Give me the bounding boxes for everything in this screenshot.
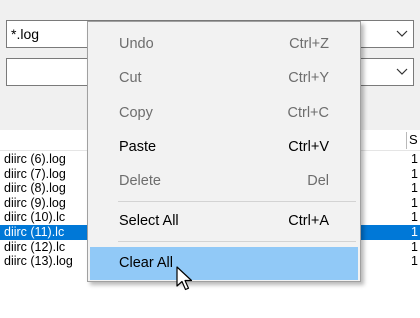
menu-separator [118, 201, 356, 202]
menu-item-delete[interactable]: Delete Del [90, 165, 358, 198]
context-menu: Undo Ctrl+Z Cut Ctrl+Y Copy Ctrl+C Paste Ctrl+V… [87, 21, 361, 282]
row-name: diirc (13).log [4, 254, 73, 269]
menu-item-copy[interactable]: Copy Ctrl+C [90, 97, 358, 130]
menu-item-select-all[interactable]: Select All Ctrl+A [90, 205, 358, 238]
row-size: 1 [411, 181, 418, 196]
menu-item-shortcut: Ctrl+C [287, 105, 330, 121]
size-column-header[interactable]: S [409, 132, 418, 147]
menu-item-shortcut: Ctrl+Y [288, 70, 329, 86]
row-name: diirc (11).lc [4, 224, 65, 239]
menu-item-label: Undo [119, 36, 154, 52]
row-size: 1 [411, 166, 418, 181]
row-size: 1 [411, 224, 418, 239]
menu-item-paste[interactable]: Paste Ctrl+V [90, 131, 358, 164]
column-divider[interactable] [406, 132, 407, 149]
chevron-down-icon[interactable] [391, 59, 413, 85]
row-size: 1 [411, 152, 418, 166]
menu-item-clear-all[interactable]: Clear All [90, 247, 358, 280]
menu-item-label: Paste [119, 139, 157, 155]
row-size: 1 [411, 195, 418, 210]
row-name: diirc (10).lc [4, 210, 66, 225]
row-name: diirc (6).log [4, 152, 66, 166]
row-name: diirc (8).log [4, 181, 66, 196]
row-name: diirc (9).log [4, 195, 66, 210]
menu-item-label: Cut [119, 70, 142, 86]
row-name: diirc (12).lc [4, 239, 66, 254]
menu-item-label: Clear All [119, 255, 173, 271]
menu-item-cut[interactable]: Cut Ctrl+Y [90, 62, 358, 95]
menu-item-undo[interactable]: Undo Ctrl+Z [90, 28, 358, 61]
file-pattern-value[interactable]: *.log [11, 26, 39, 42]
menu-item-shortcut: Del [307, 173, 329, 189]
menu-item-shortcut: Ctrl+Z [289, 36, 329, 52]
menu-item-shortcut: Ctrl+A [288, 213, 329, 229]
menu-item-label: Select All [119, 213, 179, 229]
menu-item-label: Delete [119, 173, 161, 189]
menu-item-shortcut: Ctrl+V [288, 139, 329, 155]
mouse-pointer-icon [176, 266, 193, 291]
row-size: 1 [411, 239, 418, 254]
row-name: diirc (7).log [4, 166, 66, 181]
row-size: 1 [411, 254, 418, 269]
menu-separator [118, 241, 356, 242]
row-size: 1 [411, 210, 418, 225]
chevron-down-icon[interactable] [391, 21, 413, 47]
menu-item-label: Copy [119, 105, 153, 121]
